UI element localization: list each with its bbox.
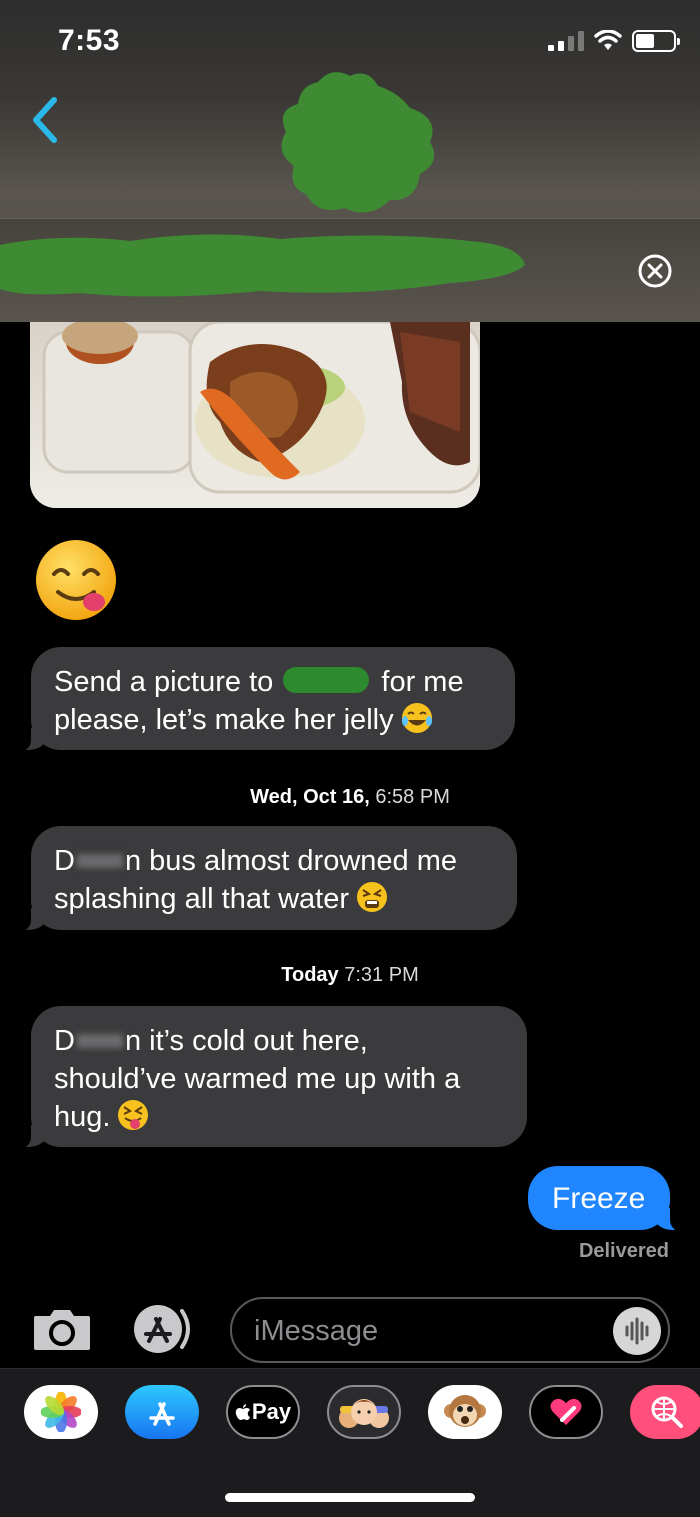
- monkey-animoji-icon: [444, 1395, 486, 1427]
- app-store-drawer-icon[interactable]: [130, 1303, 200, 1355]
- wifi-icon: [594, 30, 622, 50]
- web-search-button[interactable]: [630, 1385, 700, 1439]
- word-blur: [76, 854, 123, 868]
- squinting-tongue-emoji-icon: [118, 1100, 149, 1130]
- home-indicator[interactable]: [225, 1493, 475, 1502]
- waveform-icon: [625, 1317, 649, 1345]
- received-message-3[interactable]: Dn it’s cold out here, should’ve warmed …: [5, 1006, 527, 1149]
- photos-icon: [41, 1392, 81, 1432]
- photos-app-button[interactable]: [24, 1385, 98, 1439]
- apple-pay-button[interactable]: Pay: [226, 1385, 300, 1439]
- imessage-input[interactable]: [254, 1309, 594, 1353]
- contact-name-redacted: [0, 234, 525, 297]
- audio-message-button[interactable]: [613, 1307, 661, 1355]
- food-photo[interactable]: [30, 322, 480, 508]
- digital-touch-button[interactable]: [529, 1385, 603, 1439]
- app-store-button[interactable]: [125, 1385, 199, 1439]
- message-line: Send a picture to for me: [54, 666, 464, 698]
- message-line: splashing all that water: [54, 880, 495, 918]
- status-indicators: [548, 30, 680, 52]
- name-redaction: [283, 667, 370, 693]
- timestamp-1: Wed, Oct 16, 6:58 PM: [250, 786, 450, 808]
- yum-face-emoji-icon[interactable]: [34, 538, 118, 622]
- delivered-status: Delivered: [578, 1240, 669, 1262]
- conversation-header: 7:53: [0, 0, 700, 322]
- camera-icon[interactable]: [32, 1306, 92, 1352]
- heart-touch-icon: [550, 1398, 582, 1425]
- apple-pay-label: Pay: [251, 1399, 292, 1424]
- message-input-field[interactable]: [230, 1297, 670, 1363]
- received-message-2[interactable]: Dn bus almost drowned me splashing all t…: [5, 826, 517, 932]
- battery-icon: [632, 30, 680, 52]
- cellular-signal-icon: [548, 31, 584, 51]
- app-store-icon: [149, 1402, 175, 1426]
- food-photo-image: [30, 322, 480, 508]
- status-time: 7:53: [58, 24, 121, 57]
- animoji-button[interactable]: [428, 1385, 502, 1439]
- close-banner-icon[interactable]: [637, 253, 673, 289]
- tears-of-joy-emoji-icon: [401, 703, 432, 733]
- timestamp-2: Today 7:31 PM: [281, 964, 419, 986]
- tired-face-emoji-icon: [357, 882, 387, 912]
- message-line: Dn it’s cold out here,: [54, 1025, 368, 1057]
- message-line: should’ve warmed me up with a: [54, 1063, 461, 1095]
- sent-message[interactable]: Freeze: [528, 1166, 696, 1232]
- contact-avatar-redacted[interactable]: [270, 62, 445, 222]
- apple-logo-icon: [235, 1404, 250, 1420]
- back-chevron-icon[interactable]: [24, 92, 64, 148]
- word-blur: [76, 1034, 123, 1048]
- contact-banner[interactable]: [0, 218, 700, 322]
- message-line: hug.: [54, 1098, 505, 1136]
- memoji-button[interactable]: [327, 1385, 401, 1439]
- message-line: Dn bus almost drowned me: [54, 845, 458, 877]
- received-message-1[interactable]: Send a picture to for me please, let’s m…: [5, 647, 515, 752]
- message-line: please, let’s make her jelly: [54, 701, 493, 739]
- globe-search-icon: [651, 1396, 683, 1428]
- memoji-icon: [339, 1399, 389, 1428]
